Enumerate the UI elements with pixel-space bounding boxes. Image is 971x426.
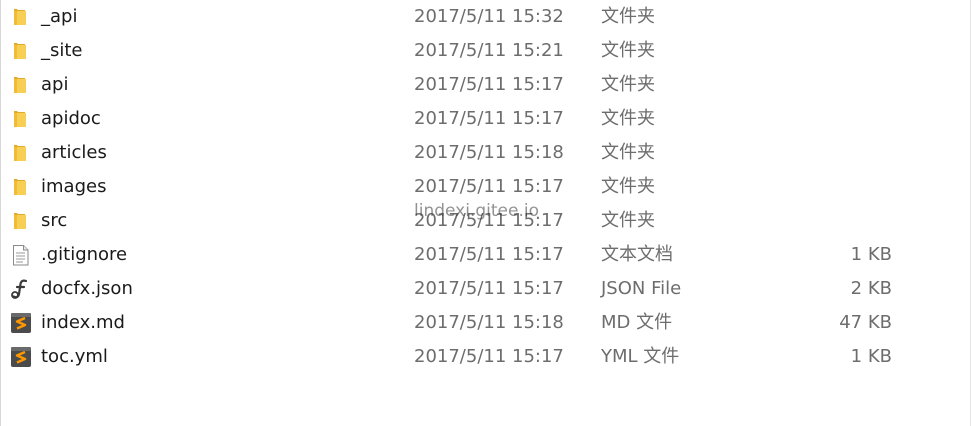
file-name: toc.yml — [41, 346, 108, 367]
file-type: 文件夹 — [601, 142, 655, 163]
file-type: 文件夹 — [601, 210, 655, 231]
folder-icon — [9, 141, 33, 165]
file-size: 1 KB — [850, 244, 892, 265]
sublime-file-icon — [9, 311, 33, 335]
file-date: 2017/5/11 15:17 — [414, 74, 564, 95]
file-name: apidoc — [41, 108, 101, 129]
file-type: 文件夹 — [601, 108, 655, 129]
file-name: .gitignore — [41, 244, 128, 265]
file-row[interactable]: .gitignore 2017/5/11 15:17 文本文档 1 KB — [0, 238, 971, 272]
file-date: 2017/5/11 15:21 — [414, 40, 564, 61]
file-name: articles — [41, 142, 107, 163]
folder-icon — [9, 5, 33, 29]
file-name: _site — [41, 40, 83, 61]
file-name: src — [41, 210, 68, 231]
file-size: 47 KB — [839, 312, 892, 333]
file-type: 文件夹 — [601, 6, 655, 27]
file-row[interactable]: articles 2017/5/11 15:18 文件夹 — [0, 136, 971, 170]
file-type: 文件夹 — [601, 176, 655, 197]
file-size: 2 KB — [850, 278, 892, 299]
file-name: api — [41, 74, 69, 95]
file-row[interactable]: toc.yml 2017/5/11 15:17 YML 文件 1 KB — [0, 340, 971, 374]
json-file-icon — [9, 277, 33, 301]
file-type: 文本文档 — [601, 244, 673, 265]
sublime-file-icon — [9, 345, 33, 369]
file-date: 2017/5/11 15:18 — [414, 142, 564, 163]
file-row[interactable]: docfx.json 2017/5/11 15:17 JSON File 2 K… — [0, 272, 971, 306]
file-date: 2017/5/11 15:17 — [414, 176, 564, 197]
file-row[interactable]: index.md 2017/5/11 15:18 MD 文件 47 KB — [0, 306, 971, 340]
file-date: 2017/5/11 15:17 — [414, 346, 564, 367]
file-name: docfx.json — [41, 278, 133, 299]
folder-icon — [9, 73, 33, 97]
file-row[interactable]: apidoc 2017/5/11 15:17 文件夹 — [0, 102, 971, 136]
file-date: 2017/5/11 15:17 — [414, 210, 564, 231]
file-type: JSON File — [601, 278, 682, 299]
file-date: 2017/5/11 15:17 — [414, 244, 564, 265]
file-type: 文件夹 — [601, 74, 655, 95]
file-size: 1 KB — [850, 346, 892, 367]
file-date: 2017/5/11 15:18 — [414, 312, 564, 333]
file-name: _api — [41, 6, 78, 27]
text-file-icon — [9, 243, 33, 267]
file-type: 文件夹 — [601, 40, 655, 61]
folder-icon — [9, 209, 33, 233]
file-row[interactable]: _api 2017/5/11 15:32 文件夹 — [0, 0, 971, 34]
folder-icon — [9, 107, 33, 131]
file-name: images — [41, 176, 107, 197]
folder-icon — [9, 39, 33, 63]
file-date: 2017/5/11 15:17 — [414, 278, 564, 299]
file-row[interactable]: _site 2017/5/11 15:21 文件夹 — [0, 34, 971, 68]
file-date: 2017/5/11 15:32 — [414, 6, 564, 27]
file-row[interactable]: images 2017/5/11 15:17 文件夹 — [0, 170, 971, 204]
folder-icon — [9, 175, 33, 199]
file-type: MD 文件 — [601, 312, 673, 333]
file-row[interactable]: src 2017/5/11 15:17 文件夹 — [0, 204, 971, 238]
file-date: 2017/5/11 15:17 — [414, 108, 564, 129]
file-name: index.md — [41, 312, 125, 333]
file-row[interactable]: api 2017/5/11 15:17 文件夹 — [0, 68, 971, 102]
file-type: YML 文件 — [601, 346, 680, 367]
